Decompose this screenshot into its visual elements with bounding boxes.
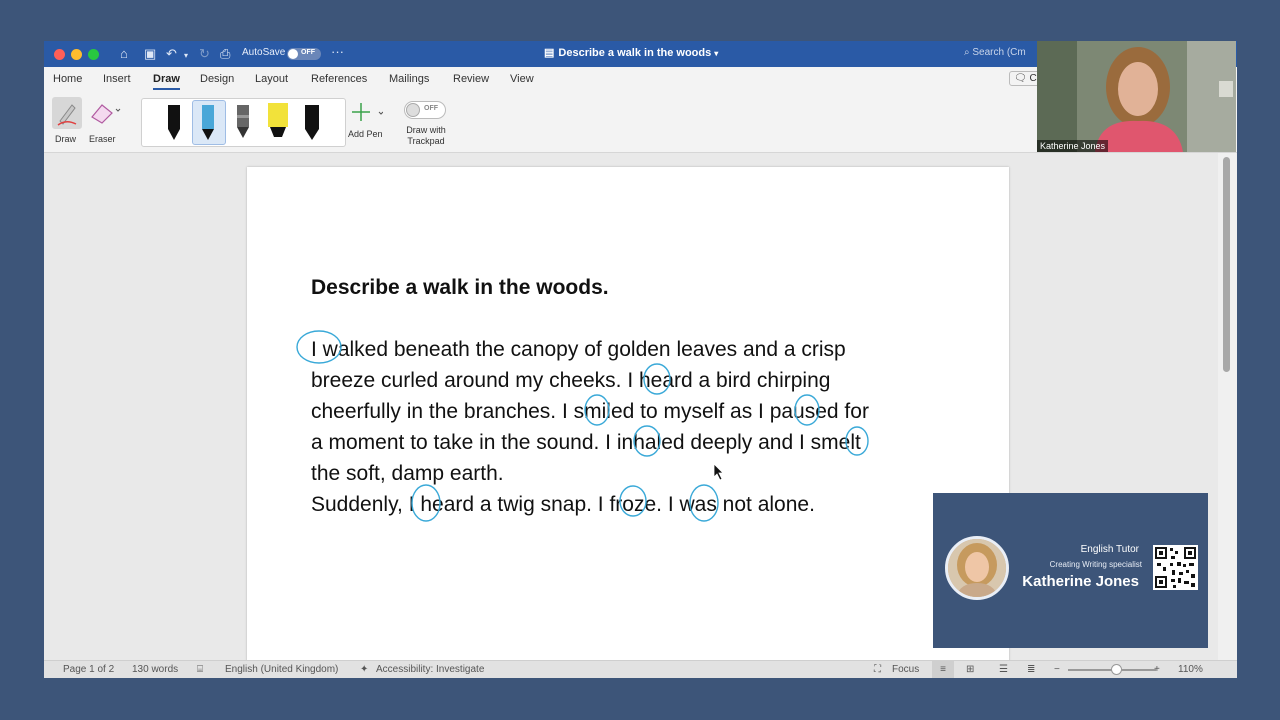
word-doc-icon: ▤: [544, 47, 555, 59]
tab-references[interactable]: References: [311, 73, 367, 85]
autosave-state: OFF: [301, 49, 315, 56]
language[interactable]: English (United Kingdom): [225, 664, 338, 675]
tutor-specialty: Creating Writing specialist: [1049, 560, 1142, 569]
tab-view[interactable]: View: [510, 73, 534, 85]
accessibility-status[interactable]: Accessibility: Investigate: [376, 664, 484, 675]
qr-code-image: [1155, 547, 1196, 588]
focus-icon: ⛶: [874, 664, 881, 675]
zoom-slider[interactable]: [1068, 664, 1156, 675]
pen-gallery: [141, 98, 346, 147]
tab-insert[interactable]: Insert: [103, 73, 131, 85]
tab-home[interactable]: Home: [53, 73, 82, 85]
zoom-window-button[interactable]: [88, 49, 99, 60]
minimize-window-button[interactable]: [71, 49, 82, 60]
draw-with-trackpad-toggle[interactable]: OFF: [404, 101, 446, 119]
pencil-icon: [57, 104, 77, 126]
more-icon[interactable]: ···: [331, 44, 344, 60]
trackpad-state: OFF: [424, 105, 438, 112]
ink-circle: [794, 394, 820, 426]
autosave-toggle[interactable]: OFF: [287, 48, 321, 60]
toggle-knob: [406, 103, 420, 117]
print-layout-view-button[interactable]: ≡: [932, 661, 954, 678]
autosave-label: AutoSave: [242, 47, 286, 58]
print-icon[interactable]: ⎙: [220, 46, 230, 62]
document-title[interactable]: ▤ Describe a walk in the woods ▾: [544, 46, 718, 59]
eraser-button[interactable]: [88, 99, 122, 127]
presenter-video: [1037, 41, 1236, 152]
close-window-button[interactable]: [54, 49, 65, 60]
save-icon[interactable]: ▣: [144, 46, 156, 62]
tab-layout[interactable]: Layout: [255, 73, 288, 85]
accessibility-icon: ✦: [360, 664, 369, 675]
document-page[interactable]: Describe a walk in the woods. I walked b…: [247, 167, 1009, 660]
undo-icon[interactable]: ↶: [166, 46, 177, 62]
word-count[interactable]: 130 words: [132, 664, 178, 675]
add-pen-button[interactable]: [349, 99, 384, 127]
web-layout-view-icon[interactable]: ⊞: [966, 664, 974, 675]
tab-review[interactable]: Review: [453, 73, 489, 85]
focus-button[interactable]: Focus: [892, 664, 919, 675]
page-count[interactable]: Page 1 of 2: [63, 664, 114, 675]
status-bar: Page 1 of 2 130 words ⌸ English (United …: [44, 660, 1237, 678]
redo-icon[interactable]: ↻: [199, 46, 210, 62]
ink-circle: [619, 485, 647, 517]
draw-tool-button[interactable]: [52, 97, 82, 129]
zoom-in-button[interactable]: +: [1154, 664, 1160, 675]
webcam-feed: Katherine Jones: [1037, 41, 1236, 152]
tab-design[interactable]: Design: [200, 73, 234, 85]
comment-icon: 🗨: [1014, 73, 1027, 84]
black-pen-icon[interactable]: [166, 105, 182, 141]
gray-pencil-icon[interactable]: [235, 105, 251, 141]
draft-view-icon[interactable]: ≣: [1027, 664, 1035, 675]
zoom-slider-thumb[interactable]: [1111, 664, 1123, 675]
draw-with-trackpad-label: Draw with Trackpad: [406, 125, 446, 146]
webcam-name-label: Katherine Jones: [1037, 140, 1109, 152]
yellow-highlighter-icon[interactable]: [266, 103, 290, 141]
ink-circle: [643, 363, 671, 395]
eraser-icon: [91, 104, 121, 124]
chevron-down-icon[interactable]: ▾: [184, 48, 188, 64]
add-pen-label: Add Pen: [348, 129, 383, 139]
outline-view-icon[interactable]: ☰: [999, 664, 1008, 675]
ink-circle: [296, 330, 342, 364]
scroll-thumb[interactable]: [1223, 157, 1230, 372]
ink-circle: [584, 394, 610, 426]
tab-mailings[interactable]: Mailings: [389, 73, 429, 85]
black-marker-icon[interactable]: [304, 105, 320, 141]
vertical-scrollbar[interactable]: [1218, 153, 1237, 660]
plus-icon: [352, 103, 384, 121]
ink-annotations: [296, 330, 869, 522]
zoom-out-button[interactable]: −: [1054, 664, 1060, 675]
avatar-photo: [948, 539, 1006, 597]
ink-circle: [633, 425, 661, 457]
qr-code[interactable]: [1153, 545, 1198, 590]
tab-draw[interactable]: Draw: [153, 73, 180, 90]
toggle-knob: [288, 49, 298, 59]
zoom-level[interactable]: 110%: [1178, 664, 1203, 675]
ink-circle: [411, 484, 441, 522]
home-icon[interactable]: ⌂: [120, 46, 128, 62]
document-title-text: Describe a walk in the woods: [558, 47, 712, 59]
avatar: [945, 536, 1009, 600]
search-input[interactable]: ⌕ Search (Cm: [964, 47, 1026, 58]
tutor-role: English Tutor: [1080, 544, 1139, 555]
chevron-down-icon: ▾: [714, 49, 719, 58]
blue-pen-icon: [202, 105, 214, 140]
proofing-icon[interactable]: ⌸: [197, 664, 203, 675]
ink-circle: [845, 426, 869, 456]
draw-label: Draw: [55, 134, 77, 144]
search-placeholder: Search (Cm: [972, 47, 1026, 58]
tutor-card: English Tutor Creating Writing specialis…: [933, 493, 1208, 648]
mouse-cursor-icon: [713, 463, 724, 481]
eraser-label: Eraser: [89, 134, 116, 144]
tutor-name: Katherine Jones: [1022, 573, 1139, 590]
ink-circle: [689, 484, 719, 522]
